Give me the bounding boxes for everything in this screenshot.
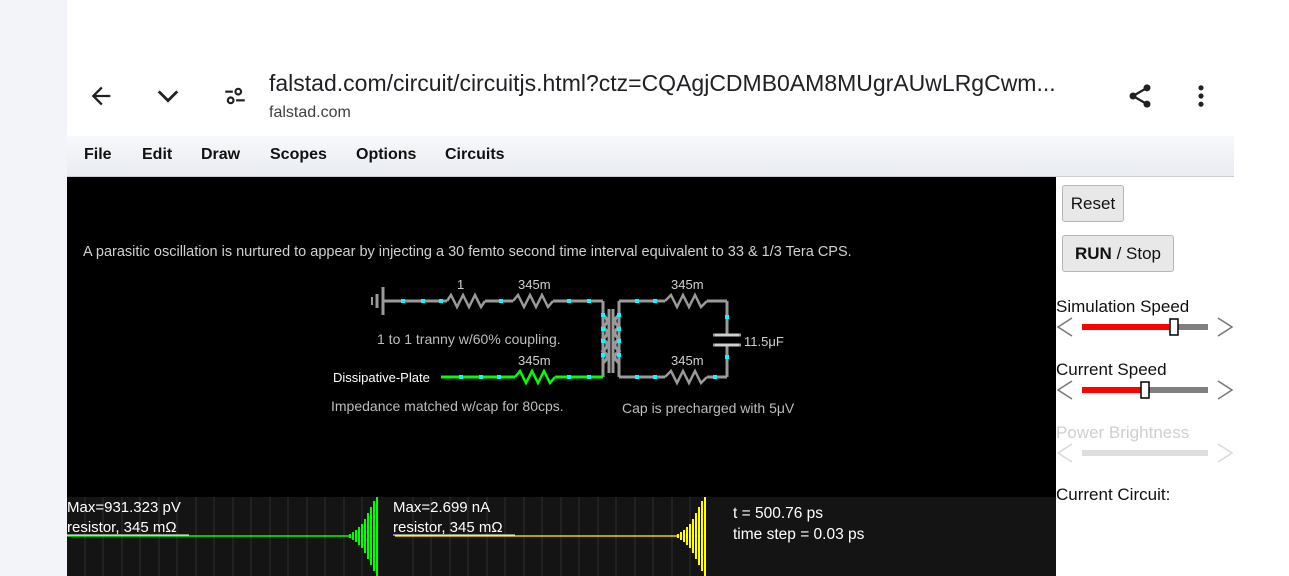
sim-time: t = 500.76 ps bbox=[733, 505, 823, 522]
resistor-2[interactable] bbox=[512, 292, 554, 310]
label-r4: 345m bbox=[518, 353, 551, 368]
label-dissipative-plate: Dissipative-Plate bbox=[333, 370, 430, 385]
menu-scopes[interactable]: Scopes bbox=[270, 146, 327, 164]
menu-bar: File Edit Draw Scopes Options Circuits bbox=[67, 136, 1234, 177]
chevron-down-icon[interactable] bbox=[150, 78, 186, 114]
url-domain: falstad.com bbox=[269, 104, 351, 121]
capacitor-icon[interactable] bbox=[715, 333, 739, 347]
circuit-title: A parasitic oscillation is nurtured to a… bbox=[83, 244, 852, 260]
run-stop-button[interactable]: RUN / Stop bbox=[1062, 235, 1174, 272]
menu-file[interactable]: File bbox=[84, 146, 112, 164]
transformer[interactable] bbox=[600, 309, 622, 373]
run-stop-separator: / bbox=[1111, 243, 1127, 263]
ground-icon[interactable] bbox=[371, 287, 385, 315]
chevron-left-icon[interactable] bbox=[1056, 317, 1073, 337]
label-r5: 345m bbox=[671, 353, 704, 368]
circuit-canvas[interactable]: A parasitic oscillation is nurtured to a… bbox=[67, 177, 1056, 576]
current-circuit-label: Current Circuit: bbox=[1056, 485, 1171, 504]
simulation-speed-label: Simulation Speed bbox=[1056, 297, 1190, 316]
simulation-speed-slider[interactable] bbox=[1056, 316, 1234, 338]
menu-options[interactable]: Options bbox=[356, 146, 416, 164]
menu-edit[interactable]: Edit bbox=[142, 146, 172, 164]
menu-circuits[interactable]: Circuits bbox=[445, 146, 505, 164]
chevron-right-icon bbox=[1217, 443, 1234, 463]
browser-toolbar: falstad.com/circuit/circuitjs.html?ctz=C… bbox=[67, 0, 1234, 137]
current-speed-slider[interactable] bbox=[1056, 379, 1234, 401]
resistor-4[interactable] bbox=[514, 368, 556, 386]
run-label: RUN bbox=[1075, 243, 1112, 263]
scope-2-max: Max=2.699 nA bbox=[393, 499, 490, 516]
resistor-3[interactable] bbox=[664, 292, 708, 310]
scope-2-name: resistor, 345 mΩ bbox=[393, 519, 503, 536]
label-r3: 345m bbox=[671, 277, 704, 292]
share-icon[interactable] bbox=[1122, 78, 1158, 114]
label-capacitor: 11.5μF bbox=[744, 334, 784, 349]
more-vert-icon[interactable] bbox=[1183, 78, 1219, 114]
label-impedance: Impedance matched w/cap for 80cps. bbox=[331, 398, 564, 414]
chevron-left-icon bbox=[1056, 443, 1073, 463]
resistor-5[interactable] bbox=[664, 368, 708, 386]
power-brightness-label: Power Brightness bbox=[1056, 423, 1190, 442]
chevron-left-icon[interactable] bbox=[1056, 380, 1073, 400]
control-panel: Reset RUN / Stop Simulation Speed Curren… bbox=[1056, 177, 1234, 576]
scope-panel[interactable]: Max=931.323 pV resistor, 345 mΩ Max=2.69… bbox=[67, 497, 1056, 576]
label-precharge: Cap is precharged with 5μV bbox=[622, 400, 795, 416]
site-settings-icon[interactable] bbox=[217, 80, 253, 112]
label-r1: 1 bbox=[457, 277, 464, 292]
chevron-right-icon[interactable] bbox=[1217, 380, 1234, 400]
menu-draw[interactable]: Draw bbox=[201, 146, 240, 164]
current-speed-label: Current Speed bbox=[1056, 360, 1167, 379]
simulation-speed-thumb[interactable] bbox=[1169, 318, 1179, 336]
current-speed-thumb[interactable] bbox=[1140, 381, 1150, 399]
resistor-1[interactable] bbox=[445, 292, 487, 310]
back-arrow-icon[interactable] bbox=[83, 78, 119, 114]
time-step: time step = 0.03 ps bbox=[733, 526, 865, 543]
scope-1-name: resistor, 345 mΩ bbox=[67, 519, 177, 536]
url-text[interactable]: falstad.com/circuit/circuitjs.html?ctz=C… bbox=[269, 70, 1056, 97]
chevron-right-icon[interactable] bbox=[1217, 317, 1234, 337]
power-brightness-slider bbox=[1056, 443, 1234, 463]
label-tranny: 1 to 1 tranny w/60% coupling. bbox=[377, 331, 561, 347]
label-r2: 345m bbox=[518, 277, 551, 292]
reset-button[interactable]: Reset bbox=[1062, 185, 1124, 222]
scope-1-max: Max=931.323 pV bbox=[67, 499, 181, 516]
browser-window: falstad.com/circuit/circuitjs.html?ctz=C… bbox=[67, 0, 1234, 576]
stop-label: Stop bbox=[1126, 243, 1161, 263]
screen-right-margin bbox=[1234, 0, 1289, 576]
